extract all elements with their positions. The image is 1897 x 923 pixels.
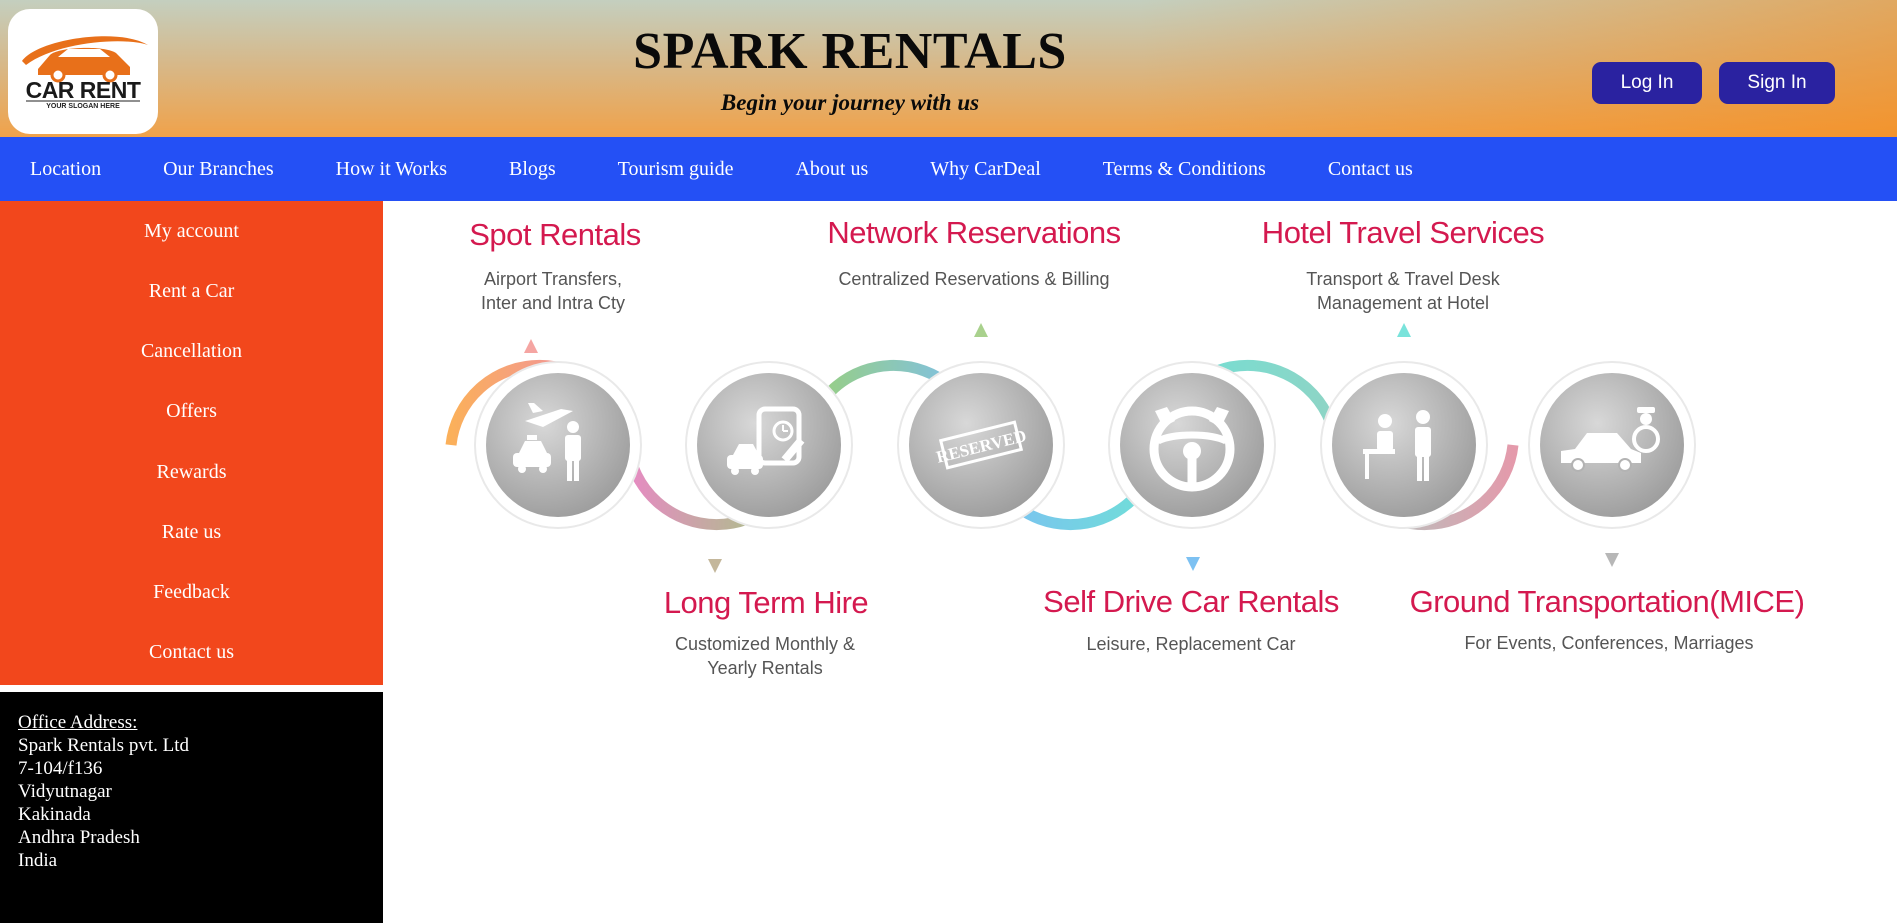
service-subtitle-line: For Events, Conferences, Marriages <box>1464 633 1754 653</box>
site-title: SPARK RENTALS <box>633 23 1067 80</box>
nav-item-blogs[interactable]: Blogs <box>509 158 556 181</box>
service-subtitle-line: Management at Hotel <box>1316 293 1490 313</box>
sidebar-item-feedback[interactable]: Feedback <box>0 581 383 604</box>
nav-item-how-it-works[interactable]: How it Works <box>336 158 447 181</box>
main-nav: Location Our Branches How it Works Blogs… <box>0 137 1897 201</box>
site-tagline: Begin your journey with us <box>720 90 980 115</box>
service-subtitle-line: Inter and Intra Cty <box>480 293 626 313</box>
login-button[interactable]: Log In <box>1592 62 1702 104</box>
service-subtitle-line: Transport & Travel Desk <box>1306 269 1500 289</box>
sidebar-item-rewards[interactable]: Rewards <box>0 461 383 484</box>
nav-item-location[interactable]: Location <box>30 158 101 181</box>
sidebar: My account Rent a Car Cancellation Offer… <box>0 201 383 685</box>
logo-brand: CAR RENT <box>25 77 141 103</box>
address-line: India <box>18 850 58 871</box>
nav-item-our-branches[interactable]: Our Branches <box>163 158 274 181</box>
nav-item-about-us[interactable]: About us <box>795 158 868 181</box>
address-line: Andhra Pradesh <box>18 827 140 848</box>
service-title: Ground Transportation(MICE) <box>1409 584 1805 619</box>
sidebar-item-offers[interactable]: Offers <box>0 400 383 423</box>
service-title: Long Term Hire <box>663 585 869 620</box>
address-line: Spark Rentals pvt. Ltd <box>18 735 189 756</box>
nav-item-tourism-guide[interactable]: Tourism guide <box>618 158 734 181</box>
address-line: Kakinada <box>18 804 91 825</box>
office-address: Office Address: Spark Rentals pvt. Ltd 7… <box>0 692 383 923</box>
sidebar-item-cancellation[interactable]: Cancellation <box>0 340 383 363</box>
nav-item-terms[interactable]: Terms & Conditions <box>1103 158 1266 181</box>
sidebar-item-my-account[interactable]: My account <box>0 220 383 243</box>
logo-slogan: YOUR SLOGAN HERE <box>46 103 120 110</box>
service-title: Hotel Travel Services <box>1261 215 1545 250</box>
car-logo-icon <box>22 36 148 102</box>
service-subtitle: Airport Transfers, Inter and Intra Cty <box>481 267 625 315</box>
service-subtitle: Customized Monthly & Yearly Rentals <box>675 632 855 680</box>
service-title: Spot Rentals <box>469 217 641 252</box>
service-title: Network Reservations <box>827 215 1121 250</box>
sidebar-item-rate-us[interactable]: Rate us <box>0 521 383 544</box>
service-subtitle-line: Customized Monthly & <box>674 634 856 654</box>
services-infographic: RESERVED Spot Rentals Airport Transfers,… <box>383 201 1897 701</box>
service-subtitle-line: Airport Transfers, <box>483 269 623 289</box>
service-subtitle: For Events, Conferences, Marriages <box>1464 631 1753 655</box>
service-subtitle-line: Yearly Rentals <box>707 658 823 678</box>
logo[interactable]: CAR RENT YOUR SLOGAN HERE <box>8 9 158 134</box>
signin-button[interactable]: Sign In <box>1719 62 1835 104</box>
sidebar-item-rent-a-car[interactable]: Rent a Car <box>0 280 383 303</box>
address-line: 7-104/f136 <box>18 758 103 779</box>
sidebar-item-contact-us[interactable]: Contact us <box>0 641 383 664</box>
service-title: Self Drive Car Rentals <box>1043 584 1339 619</box>
service-subtitle: Leisure, Replacement Car <box>1086 632 1295 656</box>
service-subtitle: Transport & Travel Desk Management at Ho… <box>1306 267 1499 315</box>
nav-item-why-cardeal[interactable]: Why CarDeal <box>930 158 1041 181</box>
address-heading: Office Address: <box>18 712 138 733</box>
service-subtitle-line: Centralized Reservations & Billing <box>838 269 1110 289</box>
service-subtitle-line: Leisure, Replacement Car <box>1086 634 1296 654</box>
nav-item-contact-us[interactable]: Contact us <box>1328 158 1413 181</box>
address-line: Vidyutnagar <box>18 781 112 802</box>
service-subtitle: Centralized Reservations & Billing <box>838 267 1109 291</box>
